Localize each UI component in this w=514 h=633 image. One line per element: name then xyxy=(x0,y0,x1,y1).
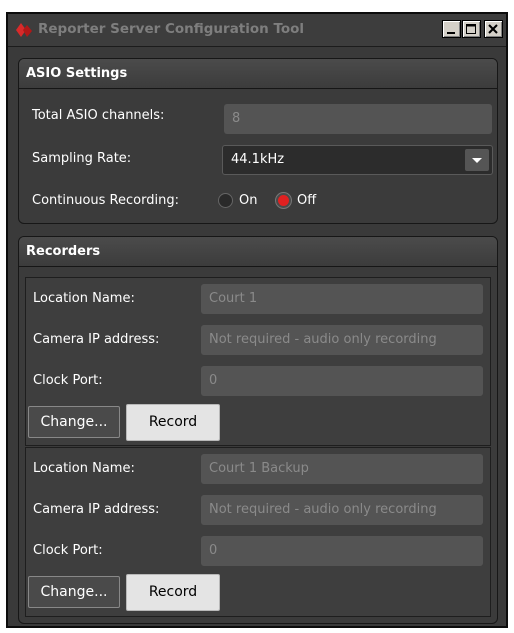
change-button[interactable]: Change... xyxy=(28,406,120,438)
total-channels-label: Total ASIO channels: xyxy=(32,108,165,123)
maximize-icon xyxy=(466,24,476,34)
clock-port-field[interactable]: 0 xyxy=(201,366,483,396)
close-button[interactable] xyxy=(484,20,503,38)
maximize-button[interactable] xyxy=(462,20,481,38)
title-bar[interactable]: Reporter Server Configuration Tool xyxy=(8,14,506,47)
asio-settings-title: ASIO Settings xyxy=(26,66,128,81)
recorder-item: Location Name: Court 1 Camera IP address… xyxy=(25,277,491,446)
continuous-on-label[interactable]: On xyxy=(239,193,257,208)
continuous-off-label[interactable]: Off xyxy=(297,193,316,208)
recorders-title: Recorders xyxy=(26,244,101,259)
chevron-down-icon xyxy=(472,158,482,163)
location-name-field[interactable]: Court 1 xyxy=(201,284,483,314)
clock-port-field[interactable]: 0 xyxy=(201,536,483,566)
asio-settings-header: ASIO Settings xyxy=(19,59,497,89)
clock-port-label: Clock Port: xyxy=(33,373,103,388)
recorders-panel: Recorders Location Name: Court 1 Camera … xyxy=(18,236,498,624)
change-button[interactable]: Change... xyxy=(28,576,120,608)
window-title: Reporter Server Configuration Tool xyxy=(38,21,305,37)
dropdown-button[interactable] xyxy=(465,149,489,171)
sampling-rate-label: Sampling Rate: xyxy=(32,151,132,166)
sampling-rate-value: 44.1kHz xyxy=(231,152,285,167)
location-name-field[interactable]: Court 1 Backup xyxy=(201,454,483,484)
minimize-icon xyxy=(447,32,455,34)
record-button[interactable]: Record xyxy=(126,574,220,611)
location-name-label: Location Name: xyxy=(33,291,135,306)
camera-ip-field[interactable]: Not required - audio only recording xyxy=(201,495,483,525)
location-name-label: Location Name: xyxy=(33,461,135,476)
close-icon xyxy=(488,24,498,34)
app-icon xyxy=(16,23,32,37)
asio-settings-panel: ASIO Settings Total ASIO channels: 8 Sam… xyxy=(18,58,498,224)
app-window: Reporter Server Configuration Tool ASIO … xyxy=(6,12,508,628)
camera-ip-label: Camera IP address: xyxy=(33,332,160,347)
continuous-off-radio[interactable] xyxy=(276,193,291,208)
recorder-item: Location Name: Court 1 Backup Camera IP … xyxy=(25,447,491,617)
minimize-button[interactable] xyxy=(442,20,461,38)
camera-ip-field[interactable]: Not required - audio only recording xyxy=(201,325,483,355)
sampling-rate-select[interactable]: 44.1kHz xyxy=(222,145,493,175)
record-button[interactable]: Record xyxy=(126,404,220,441)
camera-ip-label: Camera IP address: xyxy=(33,502,160,517)
continuous-recording-label: Continuous Recording: xyxy=(32,193,179,208)
recorders-header: Recorders xyxy=(19,237,497,267)
clock-port-label: Clock Port: xyxy=(33,543,103,558)
total-channels-field[interactable]: 8 xyxy=(224,104,492,134)
continuous-on-radio[interactable] xyxy=(218,193,233,208)
